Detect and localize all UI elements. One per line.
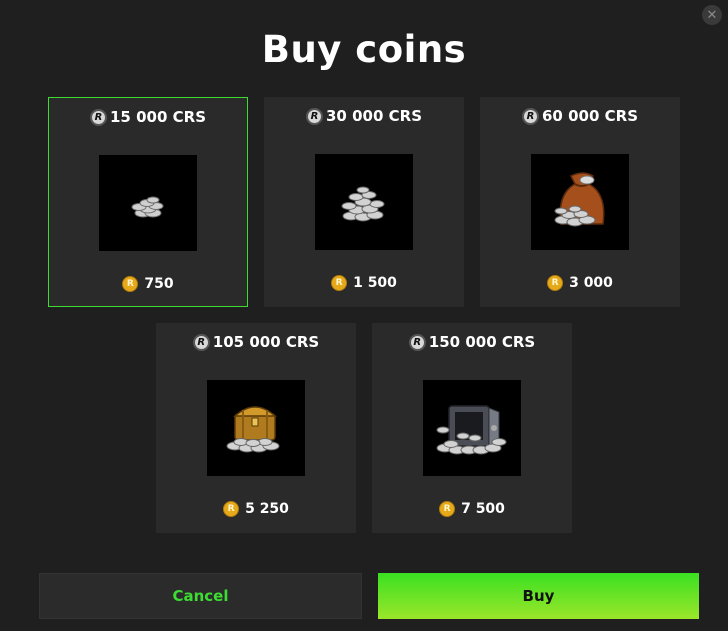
package-amount-label: 150 000 CRS (428, 333, 536, 351)
coin-package-card[interactable]: R 150 000 CRS R 7 500 (372, 323, 572, 533)
small-coin-pile-image (99, 155, 197, 251)
package-price: R 750 (49, 276, 247, 292)
coin-package-card[interactable]: R 15 000 CRS R 750 (48, 97, 248, 307)
crs-coin-icon: R (192, 333, 210, 351)
gold-coin-icon: R (331, 275, 348, 291)
package-amount-label: 15 000 CRS (110, 108, 206, 126)
package-grid: R 15 000 CRS R 750 R 30 000 CRS R 1 500 … (0, 97, 728, 533)
package-row-1: R 15 000 CRS R 750 R 30 000 CRS R 1 500 … (0, 97, 728, 307)
gold-coin-icon: R (439, 501, 456, 517)
treasure-chest-image (207, 380, 305, 476)
gold-coin-icon: R (223, 501, 240, 517)
coin-sack-image (531, 154, 629, 250)
package-row-2: R 105 000 CRS R 5 250 R 150 000 CRS R 7 … (0, 323, 728, 533)
medium-coin-pile-image (315, 154, 413, 250)
coin-package-card[interactable]: R 30 000 CRS R 1 500 (264, 97, 464, 307)
coin-package-card[interactable]: R 105 000 CRS R 5 250 (156, 323, 356, 533)
package-price-label: 1 500 (353, 275, 397, 291)
package-price-label: 5 250 (245, 501, 289, 517)
crs-coin-icon: R (306, 107, 323, 125)
package-price-label: 3 000 (569, 275, 613, 291)
close-icon: ✕ (706, 7, 718, 23)
close-button[interactable]: ✕ (702, 5, 722, 25)
package-amount: R 105 000 CRS (156, 333, 356, 351)
package-amount-label: 105 000 CRS (212, 333, 320, 351)
package-amount: R 15 000 CRS (49, 108, 247, 126)
package-amount: R 30 000 CRS (264, 107, 464, 125)
package-price: R 5 250 (156, 501, 356, 517)
cancel-button[interactable]: Cancel (39, 573, 362, 619)
coin-package-card[interactable]: R 60 000 CRS R 3 000 (480, 97, 680, 307)
package-amount: R 150 000 CRS (372, 333, 572, 351)
package-price: R 3 000 (480, 275, 680, 291)
gold-coin-icon: R (122, 276, 139, 292)
crs-coin-icon: R (90, 108, 107, 126)
buy-button[interactable]: Buy (378, 573, 699, 619)
package-price-label: 750 (144, 276, 174, 292)
package-price: R 1 500 (264, 275, 464, 291)
crs-coin-icon: R (522, 107, 539, 125)
gold-coin-icon: R (547, 275, 564, 291)
open-safe-image (423, 380, 521, 476)
package-price: R 7 500 (372, 501, 572, 517)
package-amount: R 60 000 CRS (480, 107, 680, 125)
package-price-label: 7 500 (461, 501, 505, 517)
crs-coin-icon: R (408, 333, 426, 351)
package-amount-label: 30 000 CRS (326, 107, 422, 125)
package-amount-label: 60 000 CRS (542, 107, 638, 125)
dialog-title: Buy coins (261, 28, 467, 71)
